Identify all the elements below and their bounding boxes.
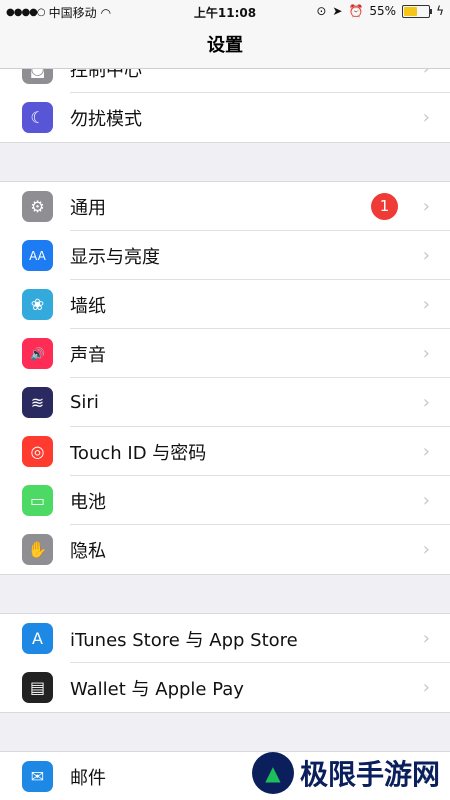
chevron-right-icon: › — [422, 294, 430, 315]
settings-row[interactable]: ◙ 控制中心 › — [0, 69, 450, 93]
settings-row-label: 控制中心 — [70, 69, 142, 81]
settings-row-label: Siri — [70, 392, 99, 413]
battery-icon — [402, 4, 433, 18]
settings-group: ◙ 控制中心 › ☾ 勿扰模式 › — [0, 69, 450, 143]
chevron-right-icon: › — [422, 245, 430, 266]
chevron-right-icon: › — [422, 441, 430, 462]
settings-row-label: 勿扰模式 — [70, 108, 142, 130]
wallpaper-icon: ❀ — [22, 289, 53, 320]
settings-row[interactable]: ☾ 勿扰模式 › — [0, 93, 450, 142]
settings-row-label: iTunes Store 与 App Store — [70, 629, 298, 651]
chevron-right-icon: › — [422, 490, 430, 511]
siri-icon: ≋ — [22, 387, 53, 418]
settings-row[interactable]: ◎ Touch ID 与密码 › — [0, 427, 450, 476]
chevron-right-icon: › — [422, 196, 430, 217]
chevron-right-icon: › — [422, 539, 430, 560]
page-title: 设置 — [207, 35, 243, 56]
settings-group: AiTunes Store 与 App Store › ▤ Wallet 与 Appl… — [0, 613, 450, 713]
chevron-right-icon: › — [423, 69, 430, 79]
settings-row[interactable]: ▭ 电池 › — [0, 476, 450, 525]
settings-group: ⚙ 通用 1 › AA 显示与亮度 › ❀ 墙纸 › 🔊 声音 › ≋ Siri › ◎ Touch ID 与密码… — [0, 181, 450, 575]
status-bar: ●●●●○ 中国移动 ◠ 上午11:08 ⊙ ➤ ⏰ 55% ϟ — [0, 0, 450, 24]
settings-row-label: Touch ID 与密码 — [70, 442, 207, 464]
watermark: ▲ 极限手游网 — [251, 752, 440, 794]
settings-row[interactable]: ⚙ 通用 1 › — [0, 182, 450, 231]
chevron-right-icon: › — [422, 677, 430, 698]
chevron-right-icon: › — [422, 343, 430, 364]
group-gap — [0, 143, 450, 181]
settings-row-label: 隐私 — [70, 540, 106, 562]
moon-icon: ☾ — [22, 102, 53, 133]
settings-row[interactable]: ❀ 墙纸 › — [0, 280, 450, 329]
settings-row-label: Wallet 与 Apple Pay — [70, 678, 244, 700]
control-center-icon: ◙ — [22, 69, 53, 84]
settings-row-label: 墙纸 — [70, 295, 106, 317]
notification-badge: 1 — [371, 193, 398, 220]
settings-row[interactable]: ≋ Siri › — [0, 378, 450, 427]
alarm-icon: ⏰ — [348, 4, 364, 18]
group-gap — [0, 575, 450, 613]
battery-icon: ▭ — [22, 485, 53, 516]
settings-row-label: 显示与亮度 — [70, 246, 160, 268]
app-store-icon: A — [22, 623, 53, 654]
logo-icon: ▲ — [251, 752, 294, 794]
battery-percent: 55% — [369, 4, 397, 18]
display-icon: AA — [22, 240, 53, 271]
settings-row-label: 电池 — [70, 491, 106, 513]
navigation-bar: 设置 — [0, 24, 450, 69]
settings-row[interactable]: 🔊 声音 › — [0, 329, 450, 378]
mail-icon: ✉ — [22, 761, 53, 792]
rotation-lock-icon: ⊙ — [316, 4, 327, 18]
hand-icon: ✋ — [22, 534, 53, 565]
settings-row-label: 声音 — [70, 344, 106, 366]
settings-row[interactable]: ✋ 隐私 › — [0, 525, 450, 574]
speaker-icon: 🔊 — [22, 338, 53, 369]
chevron-right-icon: › — [422, 628, 430, 649]
fingerprint-icon: ◎ — [22, 436, 53, 467]
watermark-text: 极限手游网 — [299, 758, 440, 791]
chevron-right-icon: › — [422, 392, 430, 413]
group-gap — [0, 713, 450, 751]
settings-row[interactable]: AA 显示与亮度 › — [0, 231, 450, 280]
settings-row[interactable]: ▤ Wallet 与 Apple Pay › — [0, 663, 450, 712]
gear-icon: ⚙ — [22, 191, 53, 222]
settings-list[interactable]: ◙控制中心›☾勿扰模式›⚙通用1›AA显示与亮度›❀墙纸›🔊声音›≋Siri›◎… — [0, 69, 450, 800]
settings-row[interactable]: AiTunes Store 与 App Store › — [0, 614, 450, 663]
charging-icon: ϟ — [436, 4, 444, 18]
wallet-icon: ▤ — [22, 672, 53, 703]
chevron-right-icon: › — [422, 107, 430, 128]
location-icon: ➤ — [332, 4, 343, 18]
